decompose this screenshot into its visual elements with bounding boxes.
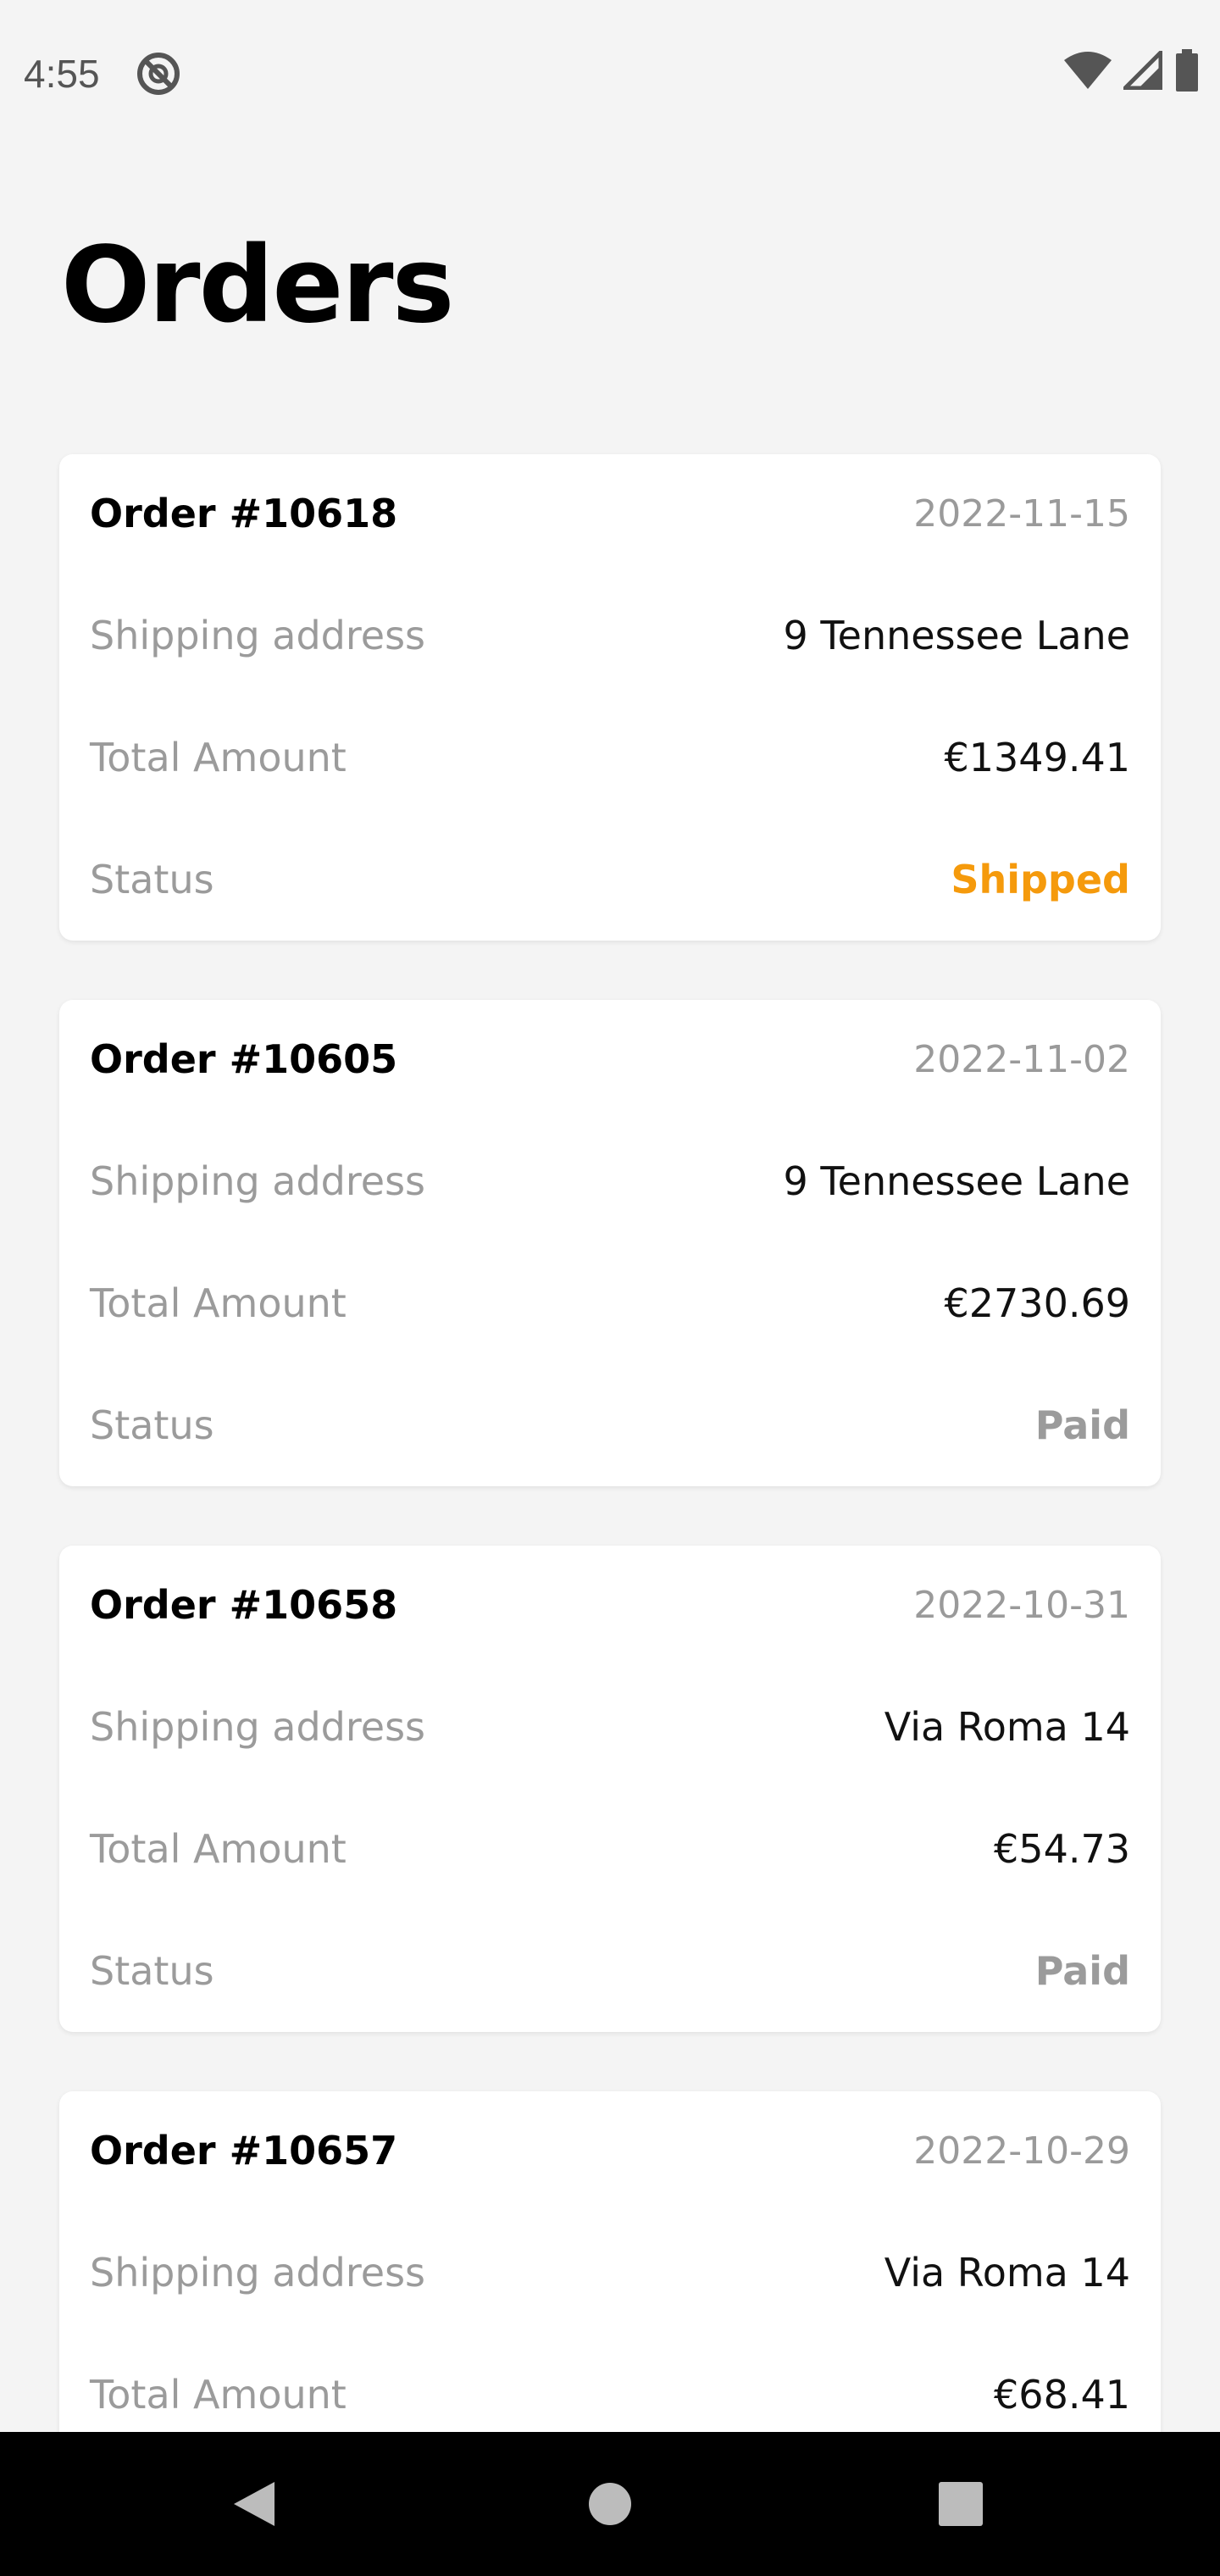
order-number: Order #10618: [90, 491, 398, 536]
order-header: Order #10618 2022-11-15: [90, 480, 1130, 547]
status-label: Status: [90, 1948, 214, 1994]
order-header: Order #10605 2022-11-02: [90, 1025, 1130, 1093]
back-icon: [234, 2482, 274, 2526]
status-row: Status Shipped: [90, 846, 1130, 913]
order-number: Order #10605: [90, 1036, 398, 1082]
shipping-address-label: Shipping address: [90, 613, 426, 658]
shipping-address-row: Shipping address Via Roma 14: [90, 2239, 1130, 2307]
home-button[interactable]: [525, 2432, 695, 2576]
shipping-address-label: Shipping address: [90, 1158, 426, 1204]
order-card[interactable]: Order #10658 2022-10-31 Shipping address…: [59, 1546, 1161, 2032]
total-amount-row: Total Amount €2730.69: [90, 1269, 1130, 1337]
total-amount-row: Total Amount €68.41: [90, 2361, 1130, 2429]
total-amount-row: Total Amount €54.73: [90, 1815, 1130, 1883]
navigation-bar: [0, 2432, 1220, 2576]
recents-icon: [939, 2482, 983, 2526]
order-card[interactable]: Order #10618 2022-11-15 Shipping address…: [59, 454, 1161, 941]
shipping-address-value: 9 Tennessee Lane: [783, 613, 1130, 658]
order-date: 2022-10-29: [913, 2129, 1130, 2173]
home-icon: [589, 2483, 631, 2525]
order-number: Order #10658: [90, 1582, 398, 1628]
total-amount-label: Total Amount: [90, 1280, 347, 1326]
order-header: Order #10657 2022-10-29: [90, 2117, 1130, 2185]
shipping-address-row: Shipping address Via Roma 14: [90, 1693, 1130, 1761]
total-amount-label: Total Amount: [90, 1826, 347, 1872]
total-amount-label: Total Amount: [90, 2372, 347, 2418]
status-row: Status Paid: [90, 1937, 1130, 2005]
total-amount-value: €68.41: [994, 2372, 1130, 2418]
page-title: Orders: [61, 225, 454, 347]
status-value: Shipped: [951, 857, 1130, 902]
status-row: Status Paid: [90, 1391, 1130, 1459]
status-label: Status: [90, 857, 214, 902]
back-button[interactable]: [169, 2432, 339, 2576]
status-label: Status: [90, 1402, 214, 1448]
order-date: 2022-11-02: [913, 1037, 1130, 1081]
total-amount-row: Total Amount €1349.41: [90, 724, 1130, 791]
status-value: Paid: [1034, 1948, 1130, 1994]
shipping-address-value: Via Roma 14: [884, 1704, 1130, 1750]
order-number: Order #10657: [90, 2128, 398, 2174]
shipping-address-value: Via Roma 14: [884, 2250, 1130, 2296]
order-date: 2022-10-31: [913, 1583, 1130, 1627]
shipping-address-row: Shipping address 9 Tennessee Lane: [90, 1147, 1130, 1215]
order-card[interactable]: Order #10605 2022-11-02 Shipping address…: [59, 1000, 1161, 1486]
recents-button[interactable]: [876, 2432, 1045, 2576]
order-date: 2022-11-15: [913, 491, 1130, 536]
orders-list[interactable]: Orders Order #10618 2022-11-15 Shipping …: [0, 0, 1220, 2432]
shipping-address-value: 9 Tennessee Lane: [783, 1158, 1130, 1204]
status-value: Paid: [1034, 1402, 1130, 1448]
order-header: Order #10658 2022-10-31: [90, 1571, 1130, 1639]
total-amount-value: €54.73: [994, 1826, 1130, 1872]
shipping-address-label: Shipping address: [90, 1704, 426, 1750]
total-amount-label: Total Amount: [90, 735, 347, 780]
total-amount-value: €2730.69: [944, 1280, 1131, 1326]
total-amount-value: €1349.41: [944, 735, 1131, 780]
shipping-address-row: Shipping address 9 Tennessee Lane: [90, 602, 1130, 669]
order-card[interactable]: Order #10657 2022-10-29 Shipping address…: [59, 2091, 1161, 2432]
shipping-address-label: Shipping address: [90, 2250, 426, 2296]
